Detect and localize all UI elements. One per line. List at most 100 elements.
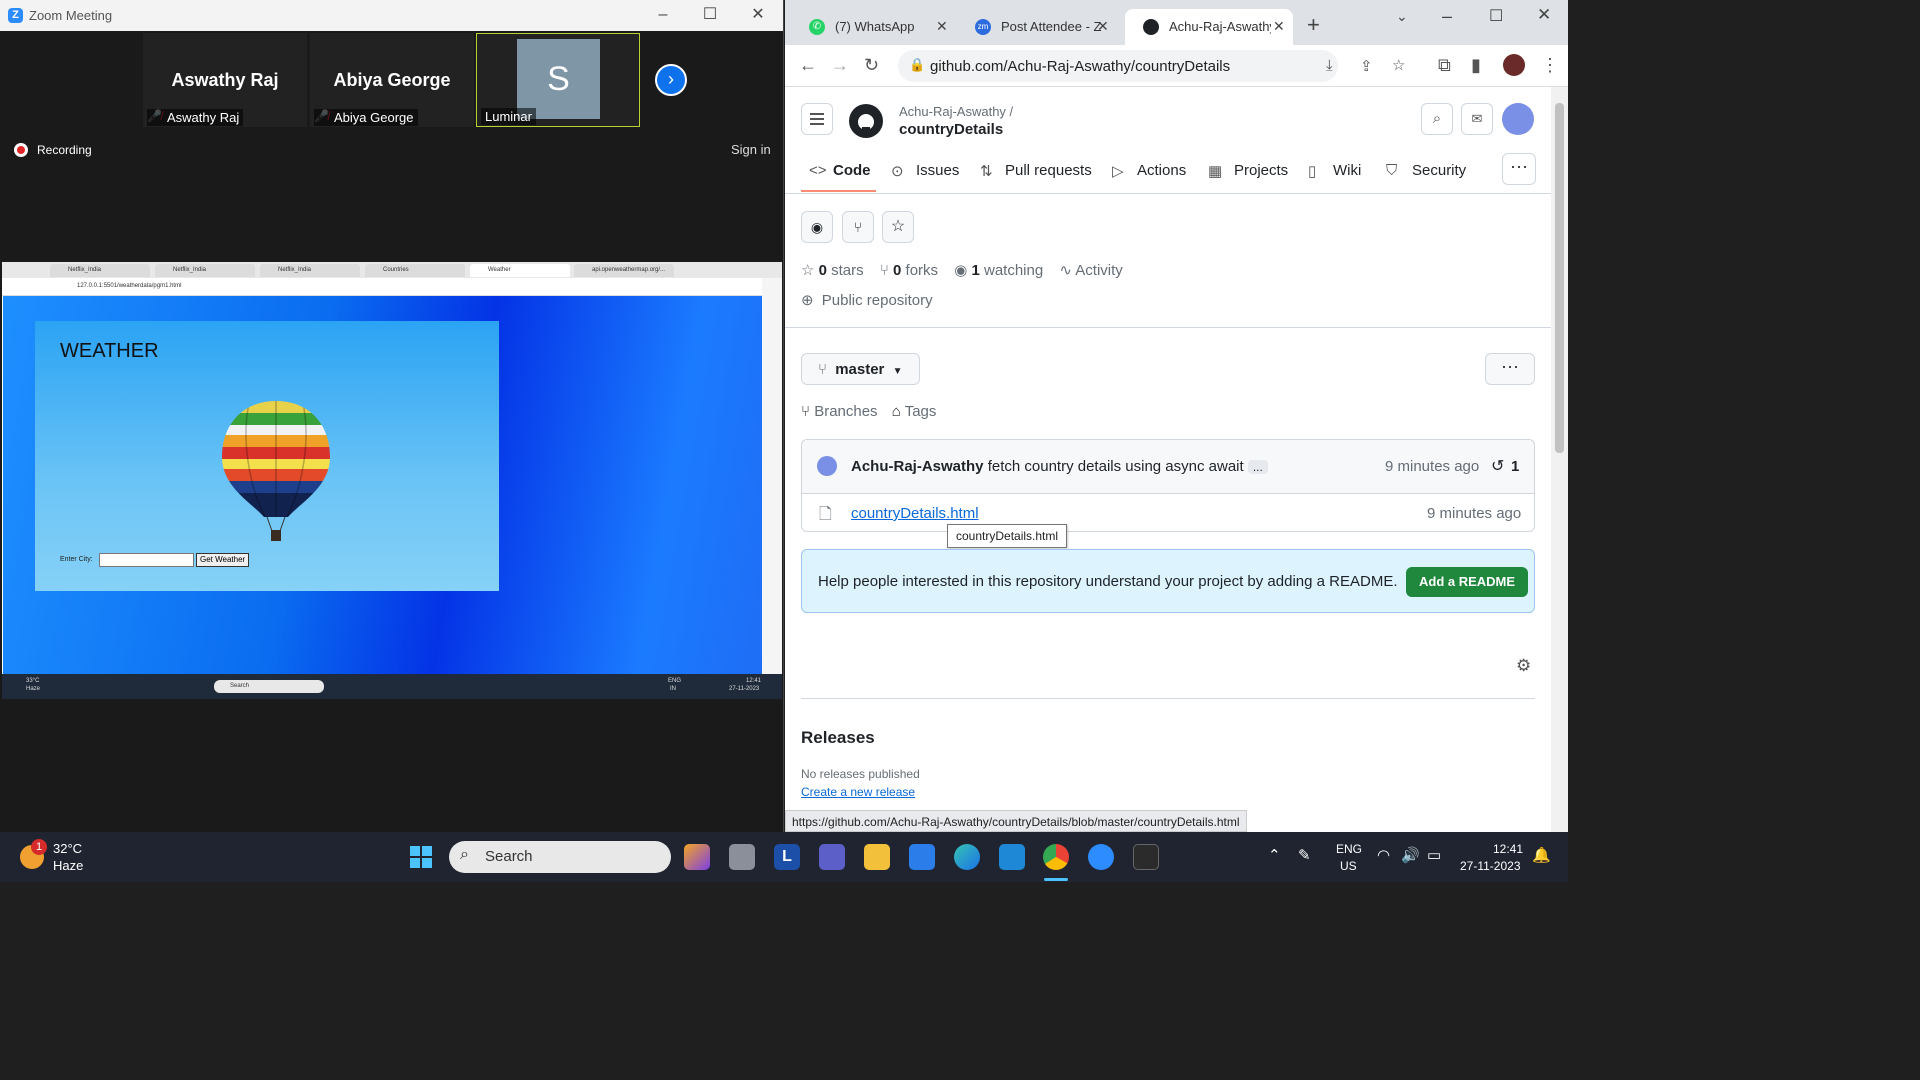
search-icon[interactable]: ⌕ [1421, 103, 1453, 135]
close-icon[interactable]: ✕ [1537, 5, 1551, 25]
side-panel-icon[interactable]: ▮ [1471, 55, 1481, 76]
tab-projects[interactable]: Projects [1234, 162, 1288, 179]
weather-condition[interactable]: Haze [53, 858, 83, 873]
menu-icon[interactable]: ⋮ [1541, 55, 1559, 76]
fork-button[interactable]: ⑂ [842, 211, 874, 243]
sign-in-link[interactable]: Sign in [731, 142, 771, 157]
edge-icon[interactable] [954, 844, 980, 870]
branch-selector[interactable]: ⑂ master ▼ [801, 353, 920, 385]
commit-count[interactable]: 1 [1511, 458, 1519, 475]
watch-button[interactable]: ◉ [801, 211, 833, 243]
commit-expand-button[interactable]: ... [1247, 460, 1268, 474]
user-avatar[interactable] [1502, 103, 1534, 135]
share-icon[interactable]: ⇪ [1360, 57, 1373, 75]
tab-wiki[interactable]: Wiki [1333, 162, 1361, 179]
language-label[interactable]: ENG [1336, 842, 1362, 856]
maximize-icon[interactable]: ☐ [1489, 6, 1503, 26]
wifi-icon[interactable]: ◠ [1377, 846, 1390, 864]
zoom-app-icon[interactable] [1088, 844, 1114, 870]
settings-gear-icon[interactable]: ⚙ [1516, 656, 1531, 676]
weather-temp[interactable]: 32°C [53, 841, 82, 856]
battery-icon[interactable]: ▭ [1427, 846, 1441, 864]
minimize-icon[interactable]: – [1442, 6, 1452, 27]
tags-link[interactable]: Tags [905, 403, 937, 420]
mail-icon[interactable] [909, 844, 935, 870]
branches-link[interactable]: Branches [814, 403, 877, 420]
close-tab-icon[interactable]: ✕ [1271, 18, 1287, 35]
task-view-icon[interactable] [729, 844, 755, 870]
tab-actions[interactable]: Actions [1137, 162, 1186, 179]
forward-icon[interactable]: → [831, 55, 849, 76]
close-tab-icon[interactable]: ✕ [936, 18, 948, 35]
tab-code[interactable]: Code [833, 162, 871, 179]
close-tab-icon[interactable]: ✕ [1097, 18, 1109, 35]
tab-issues[interactable]: Issues [916, 162, 959, 179]
reload-icon[interactable]: ↻ [864, 55, 879, 76]
address-bar[interactable]: 🔒 github.com/Achu-Raj-Aswathy/countryDet… [898, 50, 1405, 82]
github-logo-icon[interactable] [849, 104, 883, 138]
forks-count[interactable]: 0 [893, 262, 901, 279]
teams-icon[interactable] [819, 844, 845, 870]
back-icon[interactable]: ← [799, 55, 817, 76]
repo-owner-link[interactable]: Achu-Raj-Aswathy / [899, 104, 1013, 119]
tab-pull-requests[interactable]: Pull requests [1005, 162, 1092, 179]
commit-message[interactable]: fetch country details using async await [988, 458, 1244, 475]
notification-bell-icon[interactable]: 🔔 [1532, 846, 1551, 864]
more-options-button[interactable]: ··· [1485, 353, 1535, 385]
hamburger-menu-button[interactable] [801, 103, 833, 135]
tab-github[interactable]: Achu-Raj-Aswathy ✕ [1125, 9, 1293, 45]
releases-divider [801, 698, 1535, 699]
scrollbar-thumb[interactable] [1555, 103, 1564, 453]
page-scrollbar[interactable] [1551, 87, 1568, 832]
copilot-app-icon[interactable] [684, 844, 710, 870]
region-label[interactable]: US [1340, 859, 1357, 873]
add-readme-button[interactable]: Add a README [1406, 567, 1529, 597]
stars-label[interactable]: stars [831, 262, 864, 279]
participant-tile-active[interactable]: S Luminar [476, 33, 640, 127]
maximize-icon[interactable]: ☐ [698, 4, 722, 26]
more-tabs-button[interactable]: ··· [1502, 153, 1536, 185]
participant-tile[interactable]: Abiya George 🎤̸ Abiya George [310, 33, 474, 127]
pen-icon[interactable]: ✎ [1298, 846, 1311, 864]
minimize-icon[interactable]: – [651, 4, 675, 26]
terminal-icon[interactable] [1133, 844, 1159, 870]
watching-count[interactable]: 1 [971, 262, 979, 279]
vscode-icon[interactable] [999, 844, 1025, 870]
file-explorer-icon[interactable] [864, 844, 890, 870]
tab-label: Post Attendee - Z [1001, 19, 1102, 34]
inbox-icon[interactable]: ✉ [1461, 103, 1493, 135]
file-link[interactable]: countryDetails.html [851, 505, 979, 522]
commit-author[interactable]: Achu-Raj-Aswathy [851, 458, 984, 475]
chevron-up-icon[interactable]: ⌃ [1268, 846, 1281, 864]
watching-label[interactable]: watching [984, 262, 1043, 279]
taskbar-search-box[interactable]: ⌕ Search [449, 841, 671, 873]
history-icon[interactable]: ↺ [1491, 456, 1504, 476]
clock-date[interactable]: 27-11-2023 [1460, 859, 1521, 873]
extensions-icon[interactable]: ⧉ [1438, 55, 1451, 76]
get-weather-button[interactable]: Get Weather [196, 553, 250, 567]
bookmark-star-icon[interactable]: ☆ [1392, 56, 1405, 74]
star-button[interactable]: ☆ [882, 211, 914, 243]
close-icon[interactable]: ✕ [746, 4, 770, 26]
tab-security[interactable]: Security [1412, 162, 1466, 179]
chrome-icon[interactable] [1043, 844, 1069, 870]
tab-whatsapp[interactable]: ✆ (7) WhatsApp ✕ [791, 9, 951, 45]
tab-zoom-post-attendee[interactable]: zm Post Attendee - Z ✕ [957, 9, 1117, 45]
create-release-link[interactable]: Create a new release [801, 785, 915, 799]
windows-start-icon[interactable] [410, 846, 432, 868]
volume-icon[interactable]: 🔊 [1401, 846, 1420, 864]
new-tab-icon[interactable]: + [1307, 12, 1320, 38]
participant-tile[interactable]: Aswathy Raj 🎤̸ Aswathy Raj [143, 33, 307, 127]
weather-title: WEATHER [60, 340, 159, 362]
chevron-down-icon[interactable]: ⌄ [1396, 8, 1408, 25]
install-icon[interactable]: ⤓ [1326, 57, 1333, 74]
activity-link[interactable]: Activity [1075, 262, 1123, 279]
next-page-button[interactable]: › [655, 64, 687, 96]
city-input[interactable] [99, 553, 194, 567]
repo-name-link[interactable]: countryDetails [899, 121, 1003, 138]
forks-label[interactable]: forks [906, 262, 939, 279]
stars-count[interactable]: 0 [819, 262, 827, 279]
app-l-icon[interactable]: L [774, 844, 800, 870]
clock-time[interactable]: 12:41 [1493, 842, 1523, 856]
profile-avatar[interactable] [1503, 54, 1525, 76]
